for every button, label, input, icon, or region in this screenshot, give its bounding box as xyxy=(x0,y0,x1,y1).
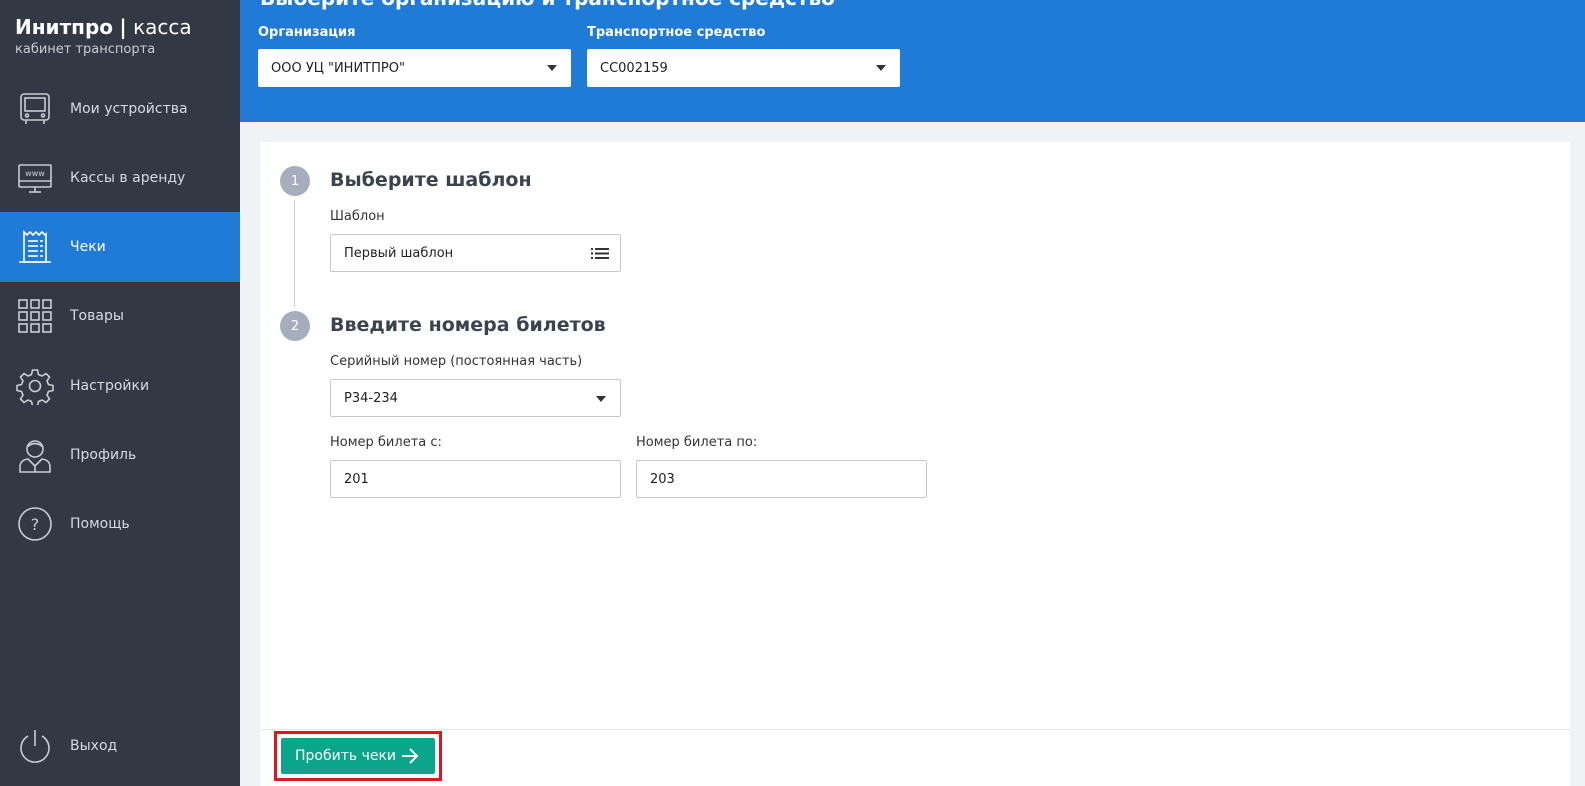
sidebar-item-devices[interactable]: Мои устройства xyxy=(0,74,240,144)
list-icon[interactable] xyxy=(591,247,609,260)
vehicle-label: Транспортное средство xyxy=(587,25,766,40)
vehicle-select[interactable]: СС002159 xyxy=(587,49,900,87)
card-footer-divider xyxy=(260,729,1570,730)
help-icon: ? xyxy=(16,505,54,543)
receipt-icon xyxy=(16,228,54,266)
serial-label: Серийный номер (постоянная часть) xyxy=(330,354,583,369)
receipt-form-card: 1 Выберите шаблон Шаблон Первый шаблон 2… xyxy=(260,142,1570,786)
chevron-down-icon xyxy=(596,396,606,402)
sidebar-item-profile[interactable]: Профиль xyxy=(0,420,240,490)
ticket-from-value: 201 xyxy=(344,471,369,487)
brand-title-light: касса xyxy=(133,15,192,39)
template-input[interactable]: Первый шаблон xyxy=(330,234,621,272)
logout-label: Выход xyxy=(70,738,118,754)
serial-value: Р34-234 xyxy=(344,390,398,406)
sidebar-item-help[interactable]: ? Помощь xyxy=(0,489,240,559)
sidebar-item-label: Кассы в аренду xyxy=(70,170,186,186)
submit-receipts-button[interactable]: Пробить чеки xyxy=(281,738,435,774)
user-icon xyxy=(16,436,54,474)
brand-title: Инитпро | касса xyxy=(15,14,192,40)
ticket-from-label: Номер билета с: xyxy=(330,435,442,450)
sidebar-item-goods[interactable]: Товары xyxy=(0,281,240,351)
brand: Инитпро | касса кабинет транспорта xyxy=(15,14,192,57)
svg-text:www: www xyxy=(25,169,45,178)
organization-value: ООО УЦ "ИНИТПРО" xyxy=(271,60,405,76)
step-connector xyxy=(294,200,295,307)
page-title: Выберите организацию и транспортное сред… xyxy=(260,0,835,10)
sidebar-item-label: Настройки xyxy=(70,378,150,394)
ticket-to-value: 203 xyxy=(650,471,675,487)
svg-text:?: ? xyxy=(31,515,40,534)
sidebar-item-label: Мои устройства xyxy=(70,101,188,117)
sidebar-item-label: Чеки xyxy=(70,239,106,255)
sidebar-item-receipts[interactable]: Чеки xyxy=(0,212,240,282)
brand-title-bold: Инитпро xyxy=(15,15,114,39)
brand-subtitle: кабинет транспорта xyxy=(15,42,156,57)
chevron-down-icon xyxy=(876,65,886,71)
sidebar-item-label: Профиль xyxy=(70,447,137,463)
sidebar-item-rent[interactable]: www Кассы в аренду xyxy=(0,143,240,213)
template-label: Шаблон xyxy=(330,209,385,224)
vehicle-value: СС002159 xyxy=(600,60,668,76)
ticket-from-input[interactable]: 201 xyxy=(330,460,621,498)
ticket-to-input[interactable]: 203 xyxy=(636,460,927,498)
organization-label: Организация xyxy=(258,25,356,40)
gear-icon xyxy=(16,367,54,405)
sidebar-item-settings[interactable]: Настройки xyxy=(0,351,240,421)
submit-label: Пробить чеки xyxy=(295,748,397,764)
sidebar: Инитпро | касса кабинет транспорта Мои у… xyxy=(0,0,240,786)
organization-select[interactable]: ООО УЦ "ИНИТПРО" xyxy=(258,49,571,87)
brand-separator: | xyxy=(119,15,127,39)
power-icon xyxy=(16,727,54,765)
grid-icon xyxy=(16,297,54,335)
arrow-right-icon xyxy=(402,748,419,764)
sidebar-item-label: Товары xyxy=(70,308,124,324)
step-title-template: Выберите шаблон xyxy=(330,169,532,191)
highlight-frame: Пробить чеки xyxy=(274,731,442,781)
logout-button[interactable]: Выход xyxy=(0,711,240,781)
sidebar-item-label: Помощь xyxy=(70,516,130,532)
template-value: Первый шаблон xyxy=(344,245,454,261)
ticket-to-label: Номер билета по: xyxy=(636,435,758,450)
header: Выберите организацию и транспортное сред… xyxy=(240,0,1585,122)
step-title-tickets: Введите номера билетов xyxy=(330,314,606,336)
bus-icon xyxy=(16,90,54,128)
step-number-1: 1 xyxy=(280,166,310,196)
chevron-down-icon xyxy=(547,65,557,71)
serial-select[interactable]: Р34-234 xyxy=(330,379,621,417)
step-number-2: 2 xyxy=(280,311,310,341)
www-monitor-icon: www xyxy=(16,159,54,197)
